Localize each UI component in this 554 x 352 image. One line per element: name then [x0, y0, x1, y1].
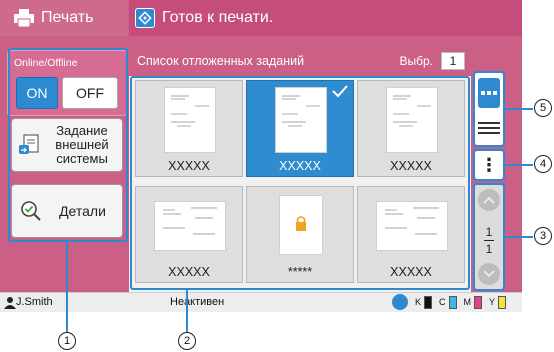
ready-status-icon	[135, 8, 155, 28]
status-footer: J.Smith Неактивен K C M Y	[0, 292, 522, 312]
ink-label-c: C	[439, 297, 446, 307]
user-name: J.Smith	[16, 296, 53, 308]
status-title: Готов к печати.	[162, 9, 274, 26]
ink-bar-y	[498, 295, 507, 309]
callout-number-2: 2	[178, 332, 196, 350]
select-label: Выбр.	[399, 54, 433, 68]
status-bar: Готов к печати.	[129, 0, 522, 36]
callout-line-3	[505, 236, 533, 238]
callout-number-1: 1	[58, 332, 76, 350]
ink-bar-k	[424, 295, 433, 309]
callout-frame-2	[130, 76, 470, 290]
select-count: 1	[441, 52, 465, 70]
callout-frame-3	[473, 183, 505, 291]
callout-number-3: 3	[534, 227, 552, 245]
ink-bar-c	[448, 295, 457, 309]
machine-state: Неактивен	[170, 296, 225, 308]
callout-frame-5	[473, 71, 505, 147]
callout-line-1	[66, 242, 68, 332]
ink-levels: K C M Y	[392, 294, 507, 310]
app-title: Печать	[41, 9, 94, 26]
ink-label-y: Y	[489, 297, 496, 307]
callout-frame-4	[473, 149, 505, 181]
app-header: Печать	[0, 0, 128, 36]
callout-line-4	[505, 164, 533, 166]
list-title: Список отложенных заданий	[137, 54, 305, 68]
ink-label-k: K	[415, 297, 422, 307]
callout-frame-1	[8, 48, 128, 242]
callout-number-4: 4	[534, 155, 552, 173]
printer-icon	[14, 9, 34, 27]
callout-line-2	[186, 290, 188, 332]
ink-label-m: M	[463, 297, 472, 307]
ink-status-icon[interactable]	[392, 294, 408, 310]
ink-bar-m	[474, 295, 483, 309]
callout-number-5: 5	[534, 99, 552, 117]
user-icon	[4, 297, 16, 309]
list-header: Список отложенных заданий Выбр. 1	[129, 46, 471, 76]
callout-line-5	[505, 108, 533, 110]
